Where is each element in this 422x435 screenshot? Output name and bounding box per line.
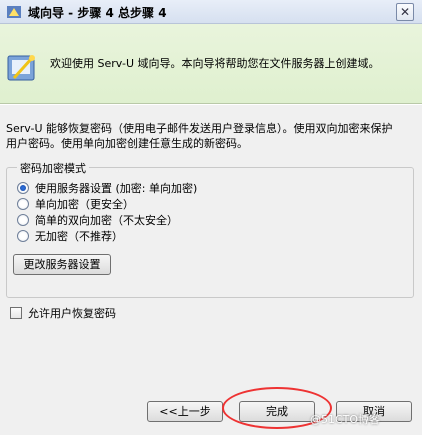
back-button[interactable]: <<上一步	[147, 401, 223, 422]
close-icon: ✕	[399, 5, 411, 19]
group-legend: 密码加密模式	[17, 160, 89, 176]
radio-button[interactable]	[17, 214, 29, 226]
radio-button[interactable]	[17, 198, 29, 210]
description: Serv-U 能够恢复密码（使用电子邮件发送用户登录信息）。使用双向加密来保护 …	[6, 121, 416, 151]
radio-label: 单向加密（更安全）	[35, 198, 134, 211]
wizard-body: Serv-U 能够恢复密码（使用电子邮件发送用户登录信息）。使用双向加密来保护 …	[0, 105, 422, 435]
title-bar: 域向导 - 步骤 4 总步骤 4 ✕	[0, 0, 422, 24]
radio-no-encryption[interactable]: 无加密（不推荐）	[17, 228, 123, 244]
radio-label: 无加密（不推荐）	[35, 230, 123, 243]
description-line-1: Serv-U 能够恢复密码（使用电子邮件发送用户登录信息）。使用双向加密来保护	[6, 122, 393, 135]
watermark: @51CTO博客	[310, 413, 381, 426]
window-title: 域向导 - 步骤 4 总步骤 4	[28, 6, 167, 20]
wizard-header-icon	[7, 55, 35, 81]
close-button[interactable]: ✕	[396, 3, 414, 21]
radio-button[interactable]	[17, 230, 29, 242]
description-line-2: 用户密码。使用单向加密创建任意生成的新密码。	[6, 137, 248, 150]
radio-two-way[interactable]: 简单的双向加密（不太安全）	[17, 212, 178, 228]
encryption-mode-group: 密码加密模式 使用服务器设置 (加密: 单向加密) 单向加密（更安全） 简单的双…	[6, 160, 414, 298]
header-text: 欢迎使用 Serv-U 域向导。本向导将帮助您在文件服务器上创建域。	[50, 57, 380, 70]
allow-recovery-label: 允许用户恢复密码	[28, 307, 116, 320]
radio-button[interactable]	[17, 182, 29, 194]
wizard-app-icon	[7, 6, 21, 18]
wizard-header: 欢迎使用 Serv-U 域向导。本向导将帮助您在文件服务器上创建域。	[0, 24, 422, 104]
radio-one-way[interactable]: 单向加密（更安全）	[17, 196, 134, 212]
radio-label: 使用服务器设置 (加密: 单向加密)	[35, 182, 198, 195]
radio-label: 简单的双向加密（不太安全）	[35, 214, 178, 227]
radio-server-settings[interactable]: 使用服务器设置 (加密: 单向加密)	[17, 180, 197, 196]
allow-recovery-checkbox[interactable]	[10, 307, 22, 319]
change-server-settings-button[interactable]: 更改服务器设置	[13, 254, 111, 275]
allow-recovery-checkbox-row[interactable]: 允许用户恢复密码	[10, 305, 116, 321]
